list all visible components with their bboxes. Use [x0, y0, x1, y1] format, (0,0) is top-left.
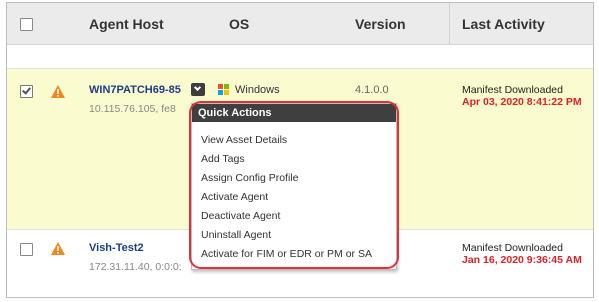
select-all-checkbox[interactable]: [20, 18, 33, 31]
menu-item-assign-config-profile[interactable]: Assign Config Profile: [201, 172, 298, 184]
column-header-last-activity[interactable]: Last Activity: [462, 16, 545, 32]
warning-triangle-icon: [51, 242, 65, 255]
agent-host-link[interactable]: Vish-Test2: [89, 242, 144, 254]
menu-item-view-asset-details[interactable]: View Asset Details: [201, 134, 287, 146]
header-divider: [449, 3, 450, 45]
menu-item-add-tags[interactable]: Add Tags: [201, 153, 245, 165]
table-header: Agent Host OS Version Last Activity: [7, 3, 593, 45]
quick-actions-menu-title: Quick Actions: [192, 104, 396, 122]
chevron-down-icon: [193, 83, 202, 92]
quick-actions-dropdown-button[interactable]: [191, 83, 205, 96]
column-header-version[interactable]: Version: [355, 16, 406, 32]
os-name: Windows: [235, 84, 280, 96]
last-activity-text: Manifest Downloaded: [462, 242, 563, 254]
empty-row: [7, 46, 593, 68]
menu-item-activate-fim-edr-pm-sa[interactable]: Activate for FIM or EDR or PM or SA: [201, 248, 372, 260]
menu-item-activate-agent[interactable]: Activate Agent: [201, 191, 268, 203]
last-activity-date: Jan 16, 2020 9:36:45 AM: [462, 254, 582, 266]
column-header-os[interactable]: OS: [229, 16, 249, 32]
agent-version: 4.1.0.0: [355, 84, 389, 96]
agents-table: Agent Host OS Version Last Activity WIN7…: [6, 2, 594, 298]
row-checkbox[interactable]: [20, 85, 33, 98]
last-activity-text: Manifest Downloaded: [462, 84, 563, 96]
menu-item-deactivate-agent[interactable]: Deactivate Agent: [201, 210, 280, 222]
warning-triangle-icon: [51, 85, 65, 98]
agent-host-link[interactable]: WIN7PATCH69-85: [89, 84, 181, 96]
quick-actions-menu: Quick Actions View Asset Details Add Tag…: [191, 103, 397, 270]
menu-item-uninstall-agent[interactable]: Uninstall Agent: [201, 229, 271, 241]
agent-ip-address: 10.115.76.105, fe8: [89, 103, 176, 115]
column-header-agent-host[interactable]: Agent Host: [89, 16, 164, 32]
row-checkbox[interactable]: [20, 243, 33, 256]
last-activity-date: Apr 03, 2020 8:41:22 PM: [462, 96, 582, 108]
agent-ip-address: 172.31.11.40, 0:0:0:: [89, 261, 182, 273]
windows-logo-icon: [218, 84, 230, 96]
